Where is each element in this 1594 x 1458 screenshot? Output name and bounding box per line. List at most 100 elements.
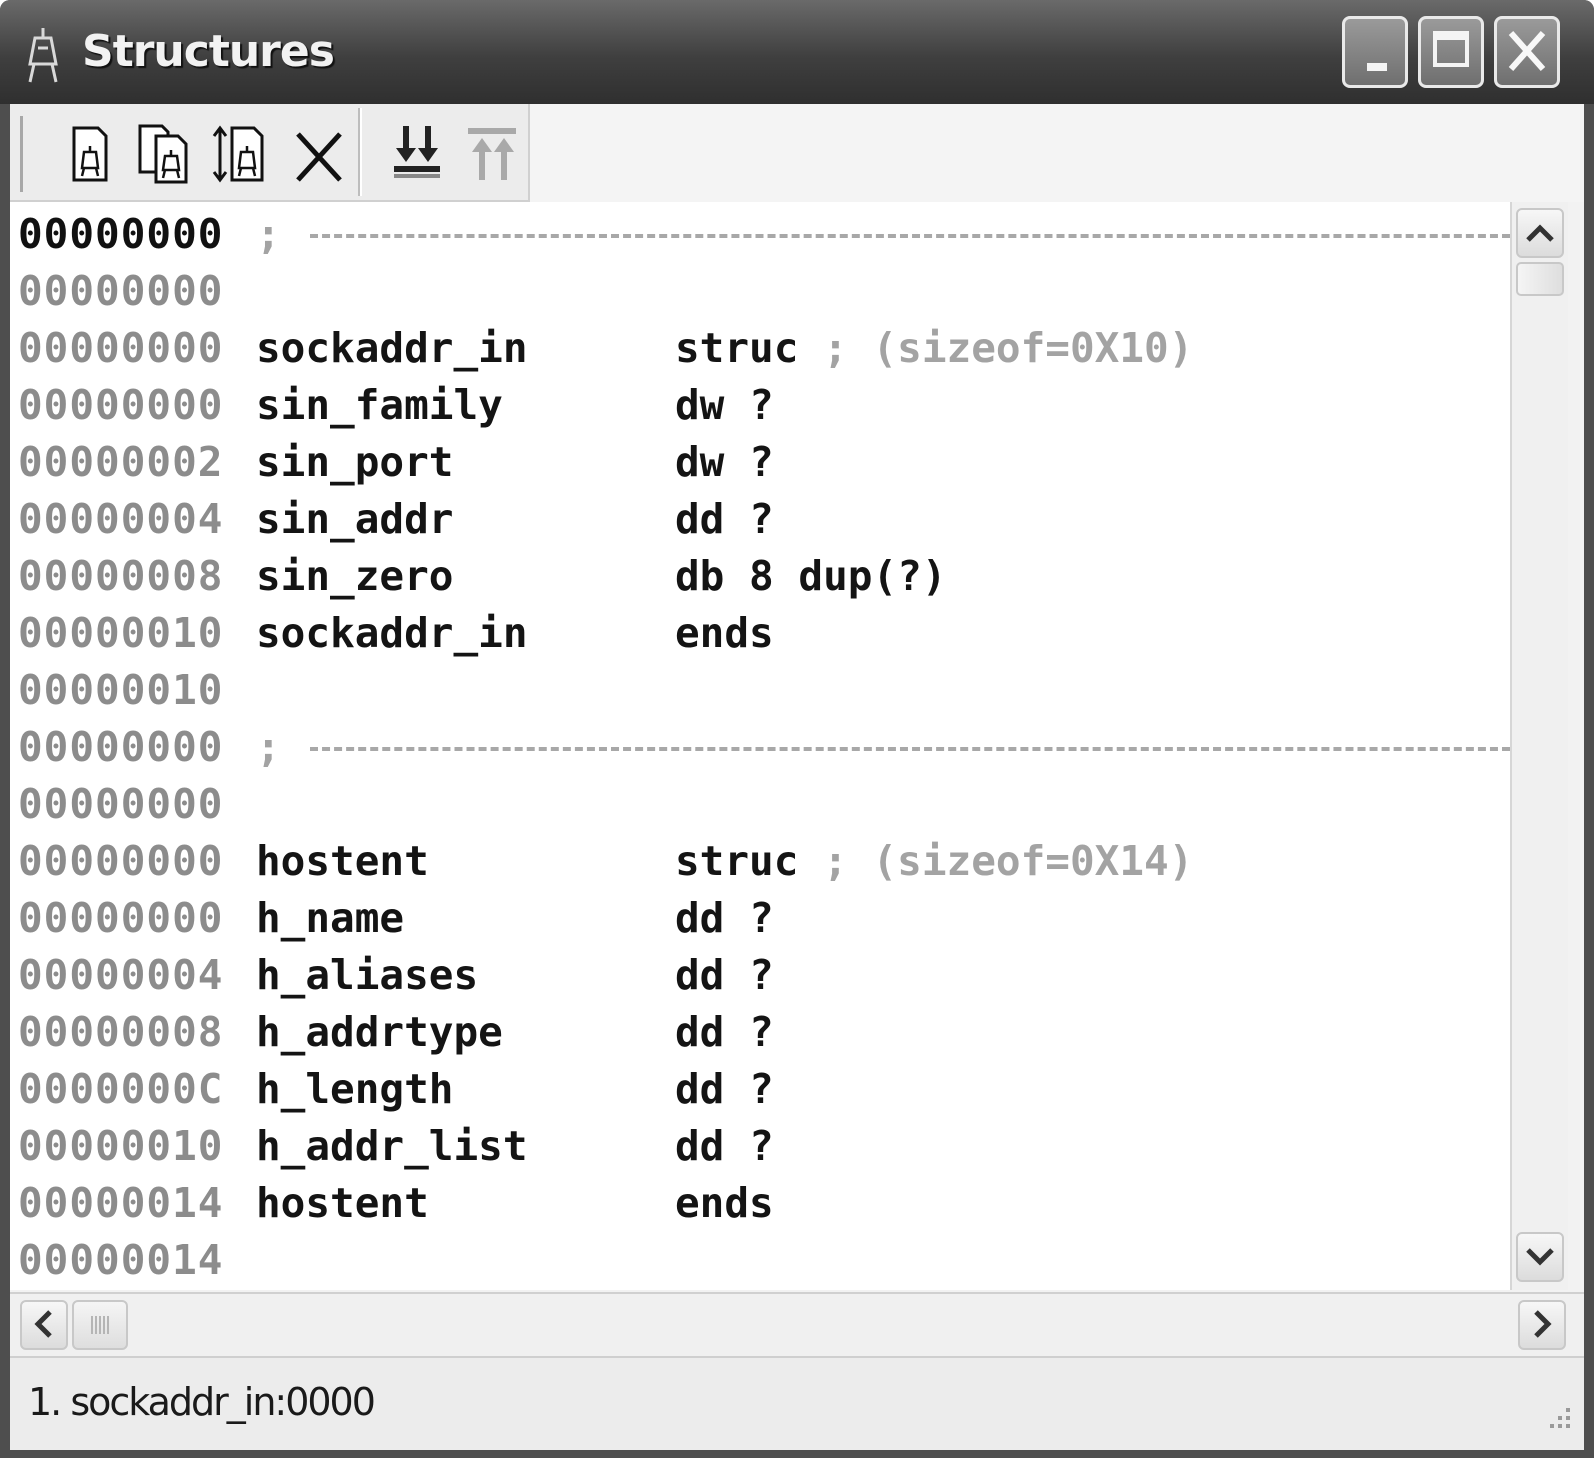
vertical-scroll-thumb[interactable] xyxy=(1516,262,1564,296)
resize-grip-icon[interactable] xyxy=(1538,1400,1574,1436)
member-name[interactable]: h_addr_list xyxy=(256,1118,528,1175)
down-arrows-icon[interactable] xyxy=(388,122,446,186)
title-bar[interactable]: Structures xyxy=(0,0,1594,104)
member-name[interactable]: h_aliases xyxy=(256,947,478,1004)
listing-line[interactable]: 00000000 sockaddr_in struc ; (sizeof=0X10) xyxy=(18,320,1510,377)
status-text: 1. sockaddr_in:0000 xyxy=(28,1380,376,1424)
listing-line[interactable]: 00000000 xyxy=(18,263,1510,320)
delete-x-icon[interactable] xyxy=(290,122,348,186)
listing-line[interactable]: 00000000 xyxy=(18,776,1510,833)
structure-listing[interactable]: 00000000; 00000000 00000000 sockaddr_in stru… xyxy=(10,202,1510,1290)
line-address: 00000000 xyxy=(18,894,224,942)
line-address: 00000000 xyxy=(18,723,224,771)
structures-toolbar xyxy=(10,104,530,202)
separator-line[interactable]: 00000000; xyxy=(18,206,1510,263)
scroll-down-button[interactable] xyxy=(1516,1232,1564,1282)
toolbar-separator xyxy=(358,108,362,196)
scroll-right-button[interactable] xyxy=(1518,1300,1566,1350)
listing-line[interactable]: 00000014 xyxy=(18,1232,1510,1289)
status-bar: 1. sockaddr_in:0000 xyxy=(10,1356,1584,1450)
line-address: 00000004 xyxy=(18,495,224,543)
close-icon xyxy=(1508,31,1546,71)
directive-text: dw ? xyxy=(675,438,774,486)
member-name[interactable]: sin_port xyxy=(256,434,453,491)
up-arrows-disabled-icon[interactable] xyxy=(464,122,522,186)
line-address: 00000010 xyxy=(18,1122,224,1170)
member-directive: dd ? xyxy=(675,1004,774,1061)
member-name[interactable]: sockaddr_in xyxy=(256,320,528,377)
line-address: 00000010 xyxy=(18,666,224,714)
member-directive: struc ; (sizeof=0X10) xyxy=(675,320,1193,377)
member-directive: ends xyxy=(675,605,774,662)
listing-line[interactable]: 00000008 h_addrtype dd ? xyxy=(18,1004,1510,1061)
directive-text: dd ? xyxy=(675,1065,774,1113)
scroll-left-button[interactable] xyxy=(20,1300,68,1350)
directive-text: ends xyxy=(675,609,774,657)
maximize-icon xyxy=(1433,31,1469,67)
close-button[interactable] xyxy=(1494,16,1560,88)
toolbar-grip[interactable] xyxy=(20,116,23,192)
listing-line[interactable]: 00000008 sin_zero db 8 dup(?) xyxy=(18,548,1510,605)
sizeof-comment: ; (sizeof=0X14) xyxy=(823,837,1194,885)
member-name[interactable]: sin_addr xyxy=(256,491,453,548)
directive-text: dd ? xyxy=(675,495,774,543)
member-directive: dd ? xyxy=(675,890,774,947)
separator-dashes xyxy=(310,747,1510,751)
listing-line[interactable]: 00000004 sin_addr dd ? xyxy=(18,491,1510,548)
listing-line[interactable]: 00000000 hostent struc ; (sizeof=0X14) xyxy=(18,833,1510,890)
member-name[interactable]: hostent xyxy=(256,833,429,890)
listing-line[interactable]: 00000004 h_aliases dd ? xyxy=(18,947,1510,1004)
listing-line[interactable]: 00000000 h_name dd ? xyxy=(18,890,1510,947)
line-address: 00000010 xyxy=(18,609,224,657)
member-name[interactable]: h_addrtype xyxy=(256,1004,503,1061)
directive-text: struc xyxy=(675,324,799,372)
member-name[interactable]: hostent xyxy=(256,1175,429,1232)
scroll-up-button[interactable] xyxy=(1516,208,1564,258)
chevron-up-icon xyxy=(1526,224,1554,242)
listing-line[interactable]: 00000014 hostent ends xyxy=(18,1175,1510,1232)
line-address: 00000014 xyxy=(18,1179,224,1227)
minimize-icon xyxy=(1367,63,1387,71)
horizontal-scroll-thumb[interactable] xyxy=(72,1300,128,1350)
member-name[interactable]: h_name xyxy=(256,890,404,947)
line-address: 00000002 xyxy=(18,438,224,486)
listing-line[interactable]: 00000010 sockaddr_in ends xyxy=(18,605,1510,662)
line-address: 00000000 xyxy=(18,381,224,429)
member-directive: dd ? xyxy=(675,1061,774,1118)
sizeof-comment: ; (sizeof=0X10) xyxy=(823,324,1194,372)
grip-lines-icon xyxy=(91,1316,109,1334)
member-directive: dw ? xyxy=(675,434,774,491)
member-directive: dd ? xyxy=(675,491,774,548)
listing-line[interactable]: 00000000 sin_family dw ? xyxy=(18,377,1510,434)
line-address: 00000008 xyxy=(18,552,224,600)
directive-text: struc xyxy=(675,837,799,885)
member-directive: db 8 dup(?) xyxy=(675,548,947,605)
horizontal-scrollbar[interactable] xyxy=(10,1292,1584,1356)
expand-struct-icon[interactable] xyxy=(210,122,268,186)
member-name[interactable]: sin_zero xyxy=(256,548,453,605)
listing-line[interactable]: 00000010 h_addr_list dd ? xyxy=(18,1118,1510,1175)
directive-text: dd ? xyxy=(675,1122,774,1170)
separator-line[interactable]: 00000000; xyxy=(18,719,1510,776)
member-directive: dd ? xyxy=(675,947,774,1004)
listing-line[interactable]: 0000000C h_length dd ? xyxy=(18,1061,1510,1118)
listing-line[interactable]: 00000002 sin_port dw ? xyxy=(18,434,1510,491)
member-directive: dd ? xyxy=(675,1118,774,1175)
minimize-button[interactable] xyxy=(1342,16,1408,88)
chevron-right-icon xyxy=(1534,1310,1552,1338)
chevron-left-icon xyxy=(34,1310,52,1338)
duplicate-struct-icon[interactable] xyxy=(134,122,192,186)
line-address: 00000014 xyxy=(18,1236,224,1284)
structures-window: Structures 00000000 ; 00000000 00000000 … xyxy=(0,0,1594,1458)
chevron-down-icon xyxy=(1526,1248,1554,1266)
member-name[interactable]: sin_family xyxy=(256,377,503,434)
member-name[interactable]: h_length xyxy=(256,1061,453,1118)
member-name[interactable]: sockaddr_in xyxy=(256,605,528,662)
directive-text: dw ? xyxy=(675,381,774,429)
ida-structures-icon xyxy=(28,28,58,83)
maximize-button[interactable] xyxy=(1418,16,1484,88)
vertical-scrollbar[interactable] xyxy=(1510,202,1568,1290)
add-struct-icon[interactable] xyxy=(60,122,118,186)
toolbar-area xyxy=(10,104,1584,202)
listing-line[interactable]: 00000010 xyxy=(18,662,1510,719)
